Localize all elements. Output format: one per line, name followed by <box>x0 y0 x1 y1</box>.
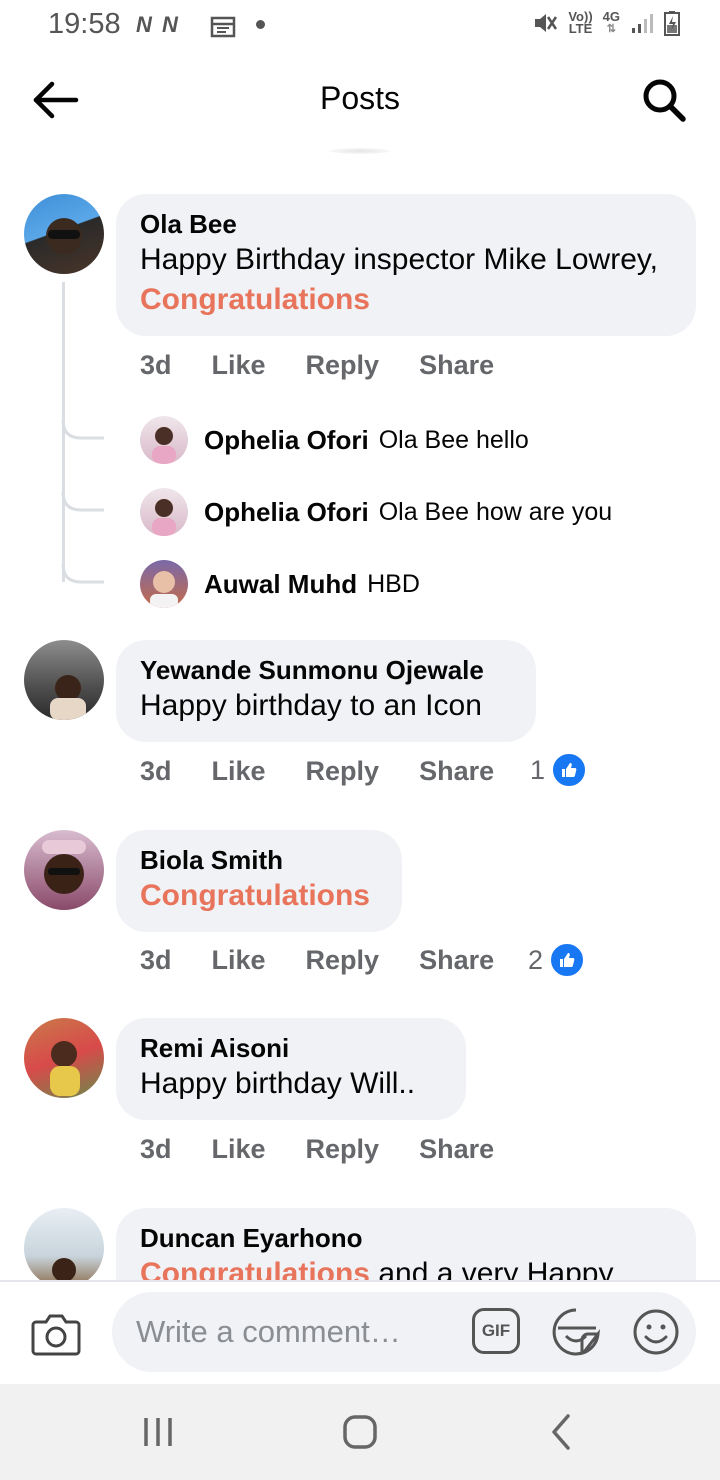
notification-dot <box>256 20 265 29</box>
comment-author[interactable]: Biola Smith <box>140 844 378 876</box>
emoji-icon[interactable] <box>632 1308 680 1356</box>
reply-author[interactable]: Ophelia Ofori <box>204 425 369 456</box>
reply-button[interactable]: Reply <box>306 945 380 976</box>
avatar[interactable] <box>24 640 104 720</box>
comment-time[interactable]: 3d <box>140 1134 172 1165</box>
avatar[interactable] <box>24 830 104 910</box>
avatar-ophelia <box>152 499 176 536</box>
nav-back-icon[interactable] <box>546 1412 578 1452</box>
comment-author[interactable]: Yewande Sunmonu Ojewale <box>140 654 512 686</box>
like-button[interactable]: Like <box>212 756 266 787</box>
avatar-ophelia <box>152 427 176 464</box>
like-button[interactable]: Like <box>212 945 266 976</box>
comment-text: Happy Birthday inspector Mike Lowrey, Co… <box>140 240 672 320</box>
avatar-biola <box>42 840 86 894</box>
reply-button[interactable]: Reply <box>306 1134 380 1165</box>
battery-charging-icon <box>664 11 680 36</box>
comment-text: Happy birthday Will.. <box>140 1067 416 1100</box>
reaction-count: 1 <box>530 754 546 785</box>
comment-actions: 3d Like Reply Share <box>140 945 534 976</box>
comment-actions: 3d Like Reply Share <box>140 1134 534 1165</box>
reply-item[interactable]: Ophelia Ofori Ola Bee hello <box>140 416 529 464</box>
thumbs-up-icon <box>549 942 586 978</box>
comment-time[interactable]: 3d <box>140 350 172 381</box>
calendar-icon <box>210 16 236 38</box>
avatar-yewande <box>50 675 86 720</box>
share-button[interactable]: Share <box>419 756 494 787</box>
like-button[interactable]: Like <box>212 1134 266 1165</box>
reaction-summary[interactable]: 1 <box>530 752 588 788</box>
avatar[interactable] <box>24 194 104 274</box>
comment-bubble[interactable]: Ola Bee Happy Birthday inspector Mike Lo… <box>116 194 696 336</box>
avatar-remi <box>50 1041 80 1096</box>
thread-connectors <box>61 419 104 584</box>
comment-actions: 3d Like Reply Share <box>140 756 534 787</box>
comment-text: Happy birthday to an Icon <box>140 689 482 722</box>
comment-time[interactable]: 3d <box>140 945 172 976</box>
comment-text: Congratulations and a very Happy <box>140 1254 672 1280</box>
reaction-count: 2 <box>528 944 544 975</box>
comment-bubble[interactable]: Remi Aisoni Happy birthday Will.. <box>116 1018 466 1120</box>
home-icon[interactable] <box>340 1412 380 1452</box>
avatar-auwal <box>150 571 178 608</box>
reply-item[interactable]: Auwal Muhd HBD <box>140 560 420 608</box>
avatar[interactable] <box>140 488 188 536</box>
thumbs-up-icon <box>551 752 588 788</box>
scroll-shadow <box>330 148 390 154</box>
reply-item[interactable]: Ophelia Ofori Ola Bee how are you <box>140 488 612 536</box>
comment-highlight[interactable]: Congratulations <box>140 876 378 916</box>
share-button[interactable]: Share <box>419 350 494 381</box>
comment-author[interactable]: Remi Aisoni <box>140 1032 442 1064</box>
like-button[interactable]: Like <box>212 350 266 381</box>
comment-time[interactable]: 3d <box>140 756 172 787</box>
share-button[interactable]: Share <box>419 1134 494 1165</box>
comment-actions: 3d Like Reply Share <box>140 350 534 381</box>
avatar[interactable] <box>24 1208 104 1280</box>
comment-highlight[interactable]: Congratulations <box>140 283 370 316</box>
signal-icon <box>632 14 653 33</box>
comment-body: Happy Birthday inspector Mike Lowrey, <box>140 243 658 276</box>
comment-placeholder: Write a comment… <box>136 1314 401 1349</box>
comment-bubble[interactable]: Duncan Eyarhono Congratulations and a ve… <box>116 1208 696 1280</box>
avatar[interactable] <box>140 560 188 608</box>
reply-text: HBD <box>367 569 420 598</box>
comment-author[interactable]: Ola Bee <box>140 208 672 240</box>
avatar-duncan <box>52 1258 76 1280</box>
volte-label: Vo)) LTE <box>568 9 593 36</box>
comment-highlight[interactable]: Congratulations <box>140 1257 370 1280</box>
sticker-icon[interactable] <box>550 1306 602 1358</box>
avatar[interactable] <box>140 416 188 464</box>
avatar-ola-bee <box>46 218 82 254</box>
status-right: Vo)) LTE 4G ⇅ <box>532 10 680 36</box>
comment-bubble[interactable]: Yewande Sunmonu Ojewale Happy birthday t… <box>116 640 536 742</box>
reaction-summary[interactable]: 2 <box>528 942 586 978</box>
network-type: 4G <box>602 9 620 24</box>
data-arrows-icon: ⇅ <box>606 23 616 35</box>
reply-text: Ola Bee hello <box>378 425 529 454</box>
comment-body: and a very Happy <box>370 1257 614 1280</box>
reply-button[interactable]: Reply <box>306 350 380 381</box>
mute-icon <box>535 14 558 32</box>
recents-icon[interactable] <box>140 1414 176 1450</box>
search-icon[interactable] <box>640 76 688 124</box>
reply-author[interactable]: Ophelia Ofori <box>204 497 369 528</box>
avatar[interactable] <box>24 1018 104 1098</box>
reply-author[interactable]: Auwal Muhd <box>204 569 357 600</box>
clipped-comment: Duncan Eyarhono Congratulations and a ve… <box>0 1200 720 1280</box>
gif-button[interactable]: GIF <box>472 1308 520 1354</box>
share-button[interactable]: Share <box>419 945 494 976</box>
comment-bubble[interactable]: Biola Smith Congratulations <box>116 830 402 932</box>
status-time: 19:58 <box>48 8 121 40</box>
network-marks: N N <box>136 12 180 37</box>
reply-button[interactable]: Reply <box>306 756 380 787</box>
camera-icon[interactable] <box>30 1310 82 1358</box>
reply-text: Ola Bee how are you <box>378 497 613 526</box>
page-title: Posts <box>319 80 401 116</box>
comment-author[interactable]: Duncan Eyarhono <box>140 1222 672 1254</box>
